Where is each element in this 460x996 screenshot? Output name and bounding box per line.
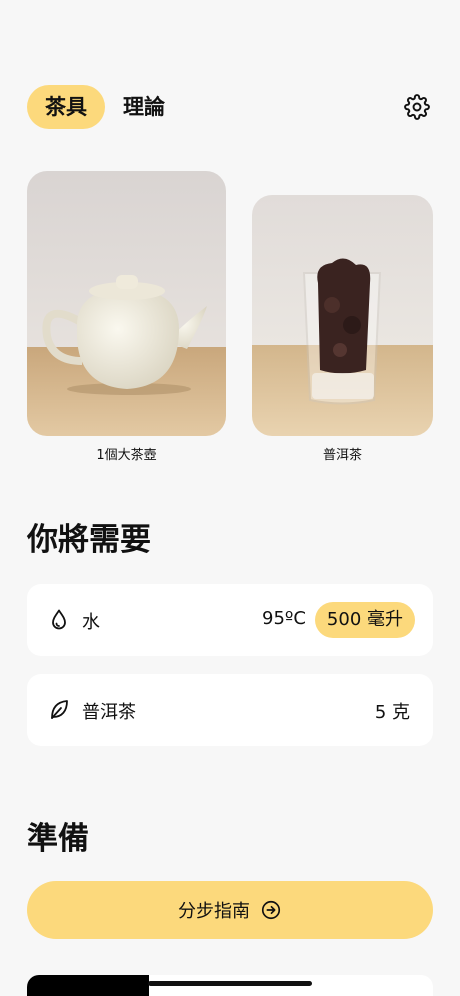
puer-tea-image[interactable] [252, 195, 433, 436]
tab-equipment[interactable]: 茶具 [27, 85, 105, 129]
prep-section-title: 準備 [27, 821, 89, 857]
tab-theory[interactable]: 理論 [105, 85, 165, 129]
teapot-caption: 1個大茶壺 [96, 448, 157, 463]
tea-amount: 5 克 [374, 702, 410, 723]
step-guide-button[interactable]: 分步指南 [27, 881, 433, 939]
arrow-circle-right-icon [261, 900, 281, 920]
leaf-icon [51, 700, 68, 719]
tea-label: 普洱茶 [82, 702, 136, 723]
step-guide-label: 分步指南 [178, 901, 250, 922]
tea-row: 普洱茶 5 克 [27, 674, 433, 746]
top-tabs: 茶具 理論 [27, 85, 165, 129]
next-card-thumbnail [27, 975, 149, 996]
gear-icon[interactable] [404, 94, 430, 120]
puer-tea-caption: 普洱茶 [322, 448, 362, 463]
water-row: 水 95ºC 500 毫升 [27, 584, 433, 656]
teapot-image[interactable] [27, 171, 226, 436]
home-indicator[interactable] [148, 981, 312, 986]
need-section-title: 你將需要 [27, 522, 151, 558]
water-temperature: 95ºC [262, 608, 306, 629]
water-drop-icon [52, 609, 66, 630]
water-label: 水 [82, 612, 100, 633]
water-amount-pill[interactable]: 500 毫升 [314, 602, 415, 638]
